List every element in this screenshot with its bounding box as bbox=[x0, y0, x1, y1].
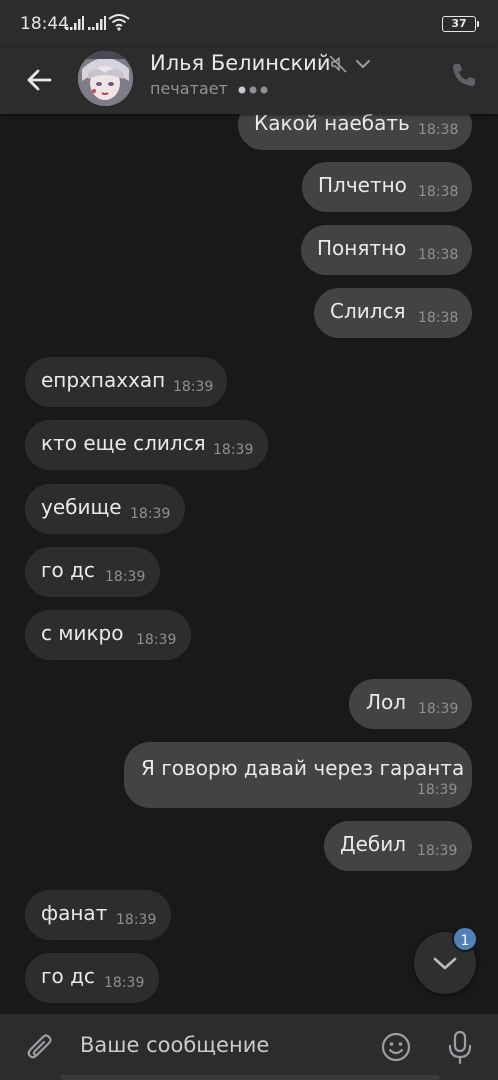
message-bubble-outgoing[interactable]: Я говорю давай через гаранта 18:39 bbox=[124, 742, 472, 808]
unread-badge: 1 bbox=[452, 926, 478, 952]
status-bar: 18:44 37 bbox=[0, 0, 498, 48]
message-text: Понятно bbox=[317, 236, 407, 260]
message-bubble-incoming[interactable]: фанат 18:39 bbox=[25, 890, 171, 940]
signal-icon bbox=[66, 16, 84, 30]
message-bubble-outgoing[interactable]: Лол 18:39 bbox=[349, 679, 472, 729]
message-text: Какой наебать bbox=[254, 114, 410, 135]
avatar-image bbox=[78, 51, 133, 106]
message-bubble-outgoing[interactable]: Дебил 18:39 bbox=[324, 821, 472, 871]
smiley-icon[interactable] bbox=[380, 1031, 412, 1063]
message-time: 18:39 bbox=[173, 379, 214, 395]
message-text: Плчетно bbox=[318, 173, 407, 197]
contact-status: печатает bbox=[150, 79, 228, 98]
message-input[interactable]: Ваше сообщение bbox=[80, 1033, 269, 1057]
back-arrow-icon[interactable] bbox=[20, 60, 60, 100]
mute-icon bbox=[329, 55, 347, 73]
message-time: 18:39 bbox=[116, 912, 157, 928]
avatar[interactable] bbox=[78, 51, 133, 106]
message-text: Дебил bbox=[340, 832, 407, 856]
message-time: 18:39 bbox=[417, 782, 458, 798]
message-bubble-incoming[interactable]: го дс 18:39 bbox=[25, 953, 159, 1003]
message-text: го дс bbox=[41, 558, 95, 582]
message-bubble-incoming[interactable]: го дс 18:39 bbox=[25, 547, 160, 597]
message-time: 18:38 bbox=[418, 247, 459, 263]
message-time: 18:39 bbox=[104, 975, 145, 991]
message-time: 18:39 bbox=[130, 506, 171, 522]
message-bubble-incoming[interactable]: с микро 18:39 bbox=[25, 610, 191, 660]
message-text: с микро bbox=[41, 621, 124, 645]
message-time: 18:39 bbox=[418, 701, 459, 717]
contact-name[interactable]: Илья Белинский bbox=[150, 51, 330, 75]
message-bubble-outgoing[interactable]: Слился 18:38 bbox=[314, 288, 472, 338]
chevron-down-icon[interactable] bbox=[354, 57, 372, 71]
message-time: 18:38 bbox=[418, 310, 459, 326]
message-bubble-outgoing[interactable]: Какой наебать 18:38 bbox=[238, 114, 472, 150]
message-text: епрхпаххап bbox=[41, 368, 166, 392]
message-text: Лол bbox=[366, 690, 407, 714]
signal-icon bbox=[88, 16, 106, 30]
message-composer: Ваше сообщение bbox=[0, 1014, 498, 1080]
paperclip-icon[interactable] bbox=[24, 1030, 56, 1064]
message-text: фанат bbox=[41, 901, 108, 925]
message-time: 18:39 bbox=[417, 843, 458, 859]
message-time: 18:38 bbox=[418, 184, 459, 200]
message-time: 18:39 bbox=[136, 632, 177, 648]
wifi-icon bbox=[108, 14, 130, 31]
status-time: 18:44 bbox=[20, 14, 69, 34]
message-text: уебище bbox=[41, 495, 122, 519]
message-time: 18:39 bbox=[213, 442, 254, 458]
message-text: кто еще слился bbox=[41, 431, 206, 455]
battery-level: 37 bbox=[451, 17, 467, 30]
message-bubble-incoming[interactable]: уебище 18:39 bbox=[25, 484, 185, 534]
message-bubble-outgoing[interactable]: Понятно 18:38 bbox=[301, 225, 472, 275]
message-bubble-incoming[interactable]: епрхпаххап 18:39 bbox=[25, 357, 227, 407]
phone-icon[interactable] bbox=[449, 60, 479, 90]
message-text: Слился bbox=[330, 299, 406, 323]
message-time: 18:38 bbox=[418, 122, 459, 138]
message-list[interactable]: Какой наебать 18:38 Плчетно 18:38 Понятн… bbox=[0, 114, 498, 1014]
message-time: 18:39 bbox=[105, 569, 146, 585]
battery-icon: 37 bbox=[442, 16, 479, 32]
typing-dots-icon bbox=[238, 86, 268, 94]
navigation-handle bbox=[60, 1075, 440, 1080]
chat-header: Илья Белинский печатает bbox=[0, 48, 498, 114]
microphone-icon[interactable] bbox=[446, 1030, 474, 1066]
message-text: го дс bbox=[41, 964, 95, 988]
message-text: Я говорю давай через гаранта bbox=[141, 756, 465, 780]
message-bubble-outgoing[interactable]: Плчетно 18:38 bbox=[302, 162, 472, 212]
message-bubble-incoming[interactable]: кто еще слился 18:39 bbox=[25, 420, 268, 470]
